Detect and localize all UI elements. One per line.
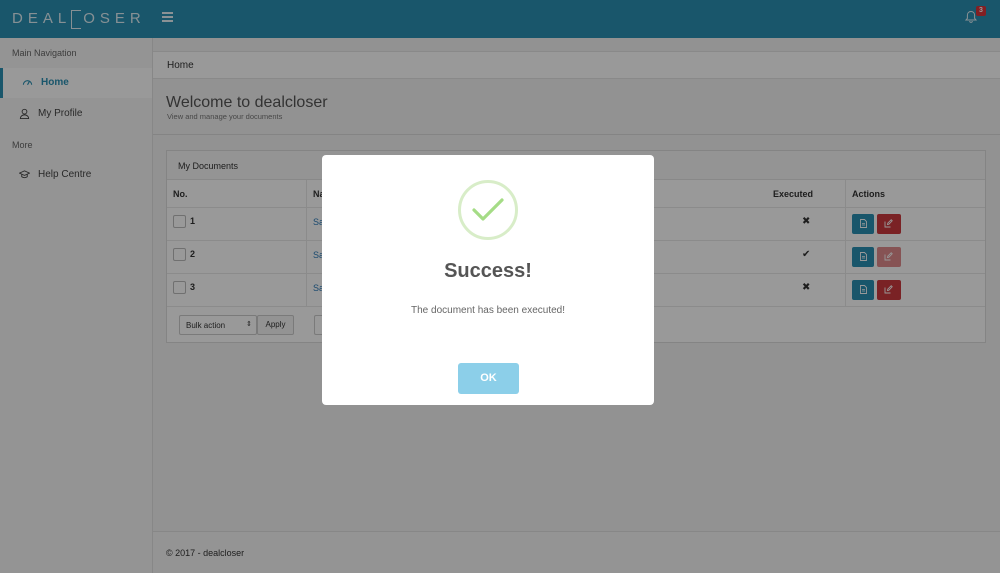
success-check-icon — [458, 180, 518, 240]
dialog-message: The document has been executed! — [411, 305, 565, 316]
success-dialog: Success! The document has been executed!… — [322, 155, 654, 405]
dialog-title: Success! — [444, 260, 532, 282]
ok-button[interactable]: OK — [458, 363, 519, 394]
